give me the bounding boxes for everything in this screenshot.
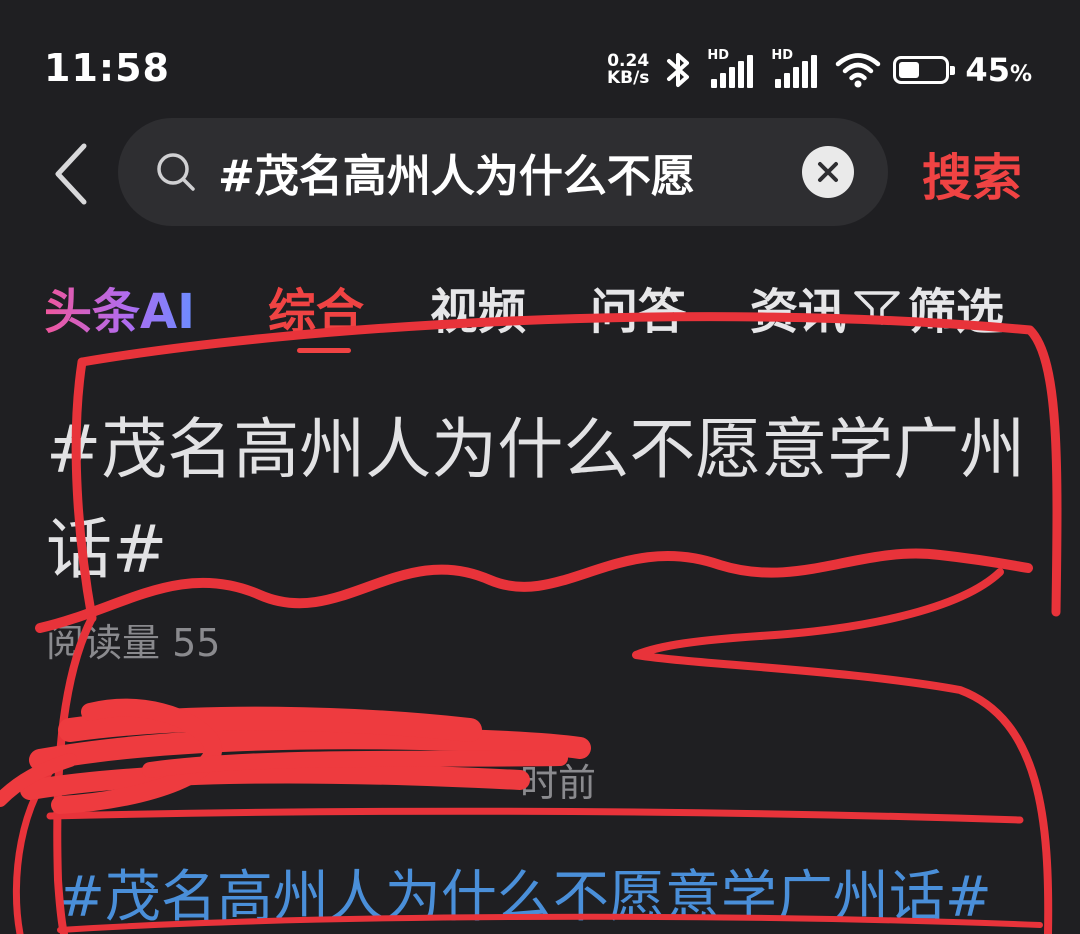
status-bar: 11:58 0.24 KB/s HD HD 45% xyxy=(0,0,1080,130)
chevron-left-icon xyxy=(55,143,87,205)
battery-percent: 45% xyxy=(965,51,1032,89)
status-time: 11:58 xyxy=(44,46,170,90)
tab-toutiao-ai[interactable]: 头条AI xyxy=(44,272,195,342)
battery-level-fill xyxy=(899,62,920,78)
topic-link[interactable]: #茂名高州人为什么不愿意学广州话# xyxy=(58,852,992,933)
search-tabs: 头条AI 综合 视频 问答 资讯 筛选 xyxy=(0,262,1080,362)
signal-icon: HD xyxy=(707,48,759,88)
filter-button[interactable]: 筛选 xyxy=(852,272,1004,342)
search-button[interactable]: 搜索 xyxy=(922,138,1022,210)
wifi-icon xyxy=(836,53,881,88)
active-tab-indicator xyxy=(297,348,351,353)
bluetooth-icon xyxy=(667,53,690,87)
signal-icon: HD xyxy=(771,48,823,88)
network-speed: 0.24 KB/s xyxy=(607,53,649,87)
post-time: 时前 xyxy=(520,761,597,805)
tab-news[interactable]: 资讯 xyxy=(750,272,846,342)
search-header: 搜索 xyxy=(0,118,1080,228)
battery-icon xyxy=(893,56,956,84)
result-title[interactable]: #茂名高州人为什么不愿意学广州话# xyxy=(46,400,1036,600)
tab-comprehensive[interactable]: 综合 xyxy=(268,272,364,342)
filter-label: 筛选 xyxy=(908,284,1005,340)
read-count: 阅读量 55 xyxy=(46,621,221,665)
filter-icon xyxy=(854,291,900,325)
tab-qa[interactable]: 问答 xyxy=(590,272,686,342)
network-speed-unit: KB/s xyxy=(606,68,650,88)
search-input[interactable] xyxy=(218,142,778,202)
tab-video[interactable]: 视频 xyxy=(430,272,526,342)
clear-search-button[interactable] xyxy=(802,146,854,198)
search-box[interactable] xyxy=(118,118,888,226)
search-icon xyxy=(157,153,195,191)
status-icons: 0.24 KB/s HD HD 45% xyxy=(607,48,1032,90)
close-icon xyxy=(818,162,838,182)
back-button[interactable] xyxy=(40,134,100,214)
